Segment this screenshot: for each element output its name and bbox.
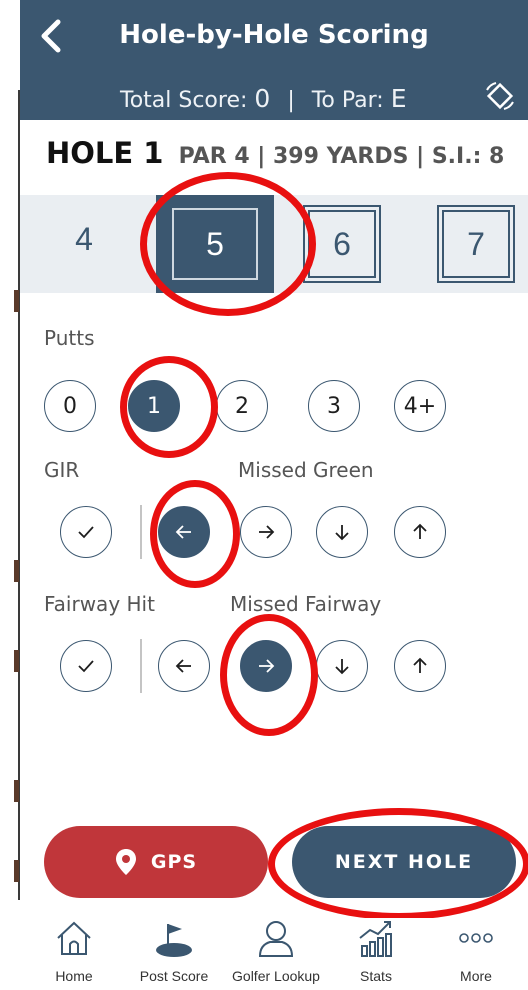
arrow-up-icon (413, 523, 427, 539)
gir-hit-button[interactable] (60, 506, 112, 558)
bottom-tab-bar: Home Post Score Golfer Lookup Stats More (20, 918, 528, 990)
score-value: 5 (172, 208, 258, 280)
home-icon (57, 921, 91, 955)
putts-option-1-selected[interactable]: 1 (128, 380, 180, 432)
score-selector: 4 5 6 7 (20, 195, 528, 293)
missed-fairway-short[interactable] (316, 640, 368, 692)
hole-number: HOLE 1 (46, 136, 164, 170)
missed-green-label: Missed Green (238, 458, 374, 482)
score-option-7[interactable]: 7 (437, 205, 515, 283)
rotate-icon[interactable] (484, 80, 516, 112)
putts-option-4plus[interactable]: 4+ (394, 380, 446, 432)
arrow-right-icon (259, 525, 275, 539)
tab-stats-label: Stats (360, 968, 392, 984)
missed-green-long[interactable] (394, 506, 446, 558)
missed-fairway-right-selected[interactable] (240, 640, 292, 692)
tab-golfer-lookup-label: Golfer Lookup (232, 968, 320, 984)
fairway-divider (140, 639, 142, 693)
tab-post-score-label: Post Score (139, 968, 209, 984)
check-icon (78, 660, 94, 673)
arrow-right-icon (259, 659, 275, 673)
putts-option-0[interactable]: 0 (44, 380, 96, 432)
missed-fairway-label: Missed Fairway (230, 592, 382, 616)
putts-option-3[interactable]: 3 (308, 380, 360, 432)
score-option-4[interactable]: 4 (50, 205, 118, 273)
to-par-value: E (390, 84, 407, 113)
score-summary: Total Score: 0 | To Par: E (120, 84, 407, 113)
bar-chart-icon (359, 921, 392, 957)
arrow-left-icon (175, 525, 191, 539)
tab-golfer-lookup[interactable]: Golfer Lookup (226, 918, 326, 984)
score-option-6[interactable]: 6 (303, 205, 381, 283)
missed-green-right[interactable] (240, 506, 292, 558)
arrow-up-icon (413, 657, 427, 673)
tab-more-label: More (460, 968, 492, 984)
more-icon (459, 933, 493, 943)
map-pin-icon (115, 849, 136, 875)
total-score-value: 0 (254, 84, 271, 113)
missed-green-short[interactable] (316, 506, 368, 558)
hole-info: HOLE 1 PAR 4 | 399 YARDS | S.I.: 8 (46, 136, 504, 170)
hole-details: PAR 4 | 399 YARDS | S.I.: 8 (178, 144, 505, 169)
gir-label: GIR (44, 458, 80, 482)
tab-stats[interactable]: Stats (326, 918, 426, 984)
next-hole-button[interactable]: NEXT HOLE (292, 826, 516, 898)
tab-post-score[interactable]: Post Score (124, 918, 224, 984)
to-par-label: To Par: (311, 88, 384, 113)
left-edge-strip (0, 90, 20, 900)
total-score-label: Total Score: (120, 88, 248, 113)
check-icon (78, 526, 94, 539)
putts-option-2[interactable]: 2 (216, 380, 268, 432)
person-icon (258, 921, 294, 957)
tab-home-label: Home (55, 968, 93, 984)
fairway-hit-label: Fairway Hit (44, 592, 155, 616)
scoring-screen: Hole-by-Hole Scoring Total Score: 0 | To… (20, 0, 528, 990)
gir-divider (140, 505, 142, 559)
arrow-left-icon (175, 659, 191, 673)
missed-fairway-left[interactable] (158, 640, 210, 692)
missed-fairway-long[interactable] (394, 640, 446, 692)
tab-more[interactable]: More (426, 918, 526, 984)
page-title: Hole-by-Hole Scoring (119, 20, 429, 50)
header: Hole-by-Hole Scoring Total Score: 0 | To… (20, 0, 528, 120)
golf-flag-icon (156, 924, 192, 957)
gps-label: GPS (150, 851, 198, 873)
score-option-5-selected[interactable]: 5 (156, 195, 274, 293)
tab-home[interactable]: Home (24, 918, 124, 984)
putts-label: Putts (44, 326, 95, 350)
missed-green-left-selected[interactable] (158, 506, 210, 558)
arrow-down-icon (335, 659, 349, 675)
gps-button[interactable]: GPS (44, 826, 268, 898)
fairway-hit-button[interactable] (60, 640, 112, 692)
arrow-down-icon (335, 525, 349, 541)
